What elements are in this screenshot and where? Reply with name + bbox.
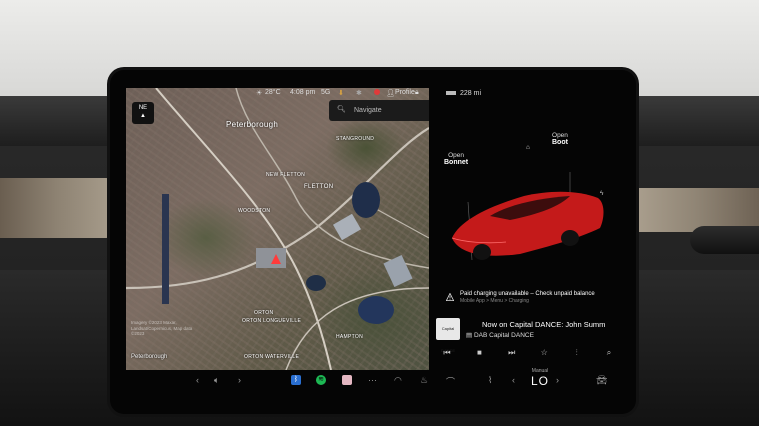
- vehicle-panel: 228 mi Open Bonnet Open Boot ⌂ ϟ Paid ch…: [430, 86, 620, 372]
- map-view[interactable]: NE ▲ Peterborough STANGROUND NEW FLETTON …: [126, 88, 429, 370]
- battery-icon: [446, 91, 456, 96]
- bluetooth-app-icon[interactable]: ᛒ: [291, 375, 301, 385]
- lock-icon[interactable]: 🔒︎: [415, 89, 419, 97]
- seat-heat-icon[interactable]: ♨: [420, 375, 428, 386]
- place-label: ORTON WATERVILLE: [244, 354, 300, 360]
- climate-setting: LO: [530, 374, 549, 388]
- spotify-app-icon[interactable]: ≋: [316, 375, 326, 385]
- record-icon[interactable]: [374, 89, 380, 97]
- defrost-icon[interactable]: ⌒: [446, 375, 455, 388]
- station-name: DAB Capital DANCE: [473, 332, 534, 339]
- search-icon: 🔍︎: [337, 106, 346, 113]
- next-icon[interactable]: ⏭︎: [503, 348, 521, 358]
- touchscreen: NE ▲ Peterborough STANGROUND NEW FLETTON …: [110, 70, 636, 414]
- open-boot-button[interactable]: Open Boot: [552, 132, 568, 146]
- lake: [306, 275, 326, 291]
- bluetooth-icon[interactable]: ✱: [356, 89, 362, 97]
- map-credits: Imagery ©2023 Maxar, Landsat/Copernicus,…: [131, 320, 193, 336]
- album-art: Capital DANCE: [436, 318, 460, 353]
- navigate-search[interactable]: 🔍︎ Navigate: [329, 100, 429, 121]
- steering-heat-icon[interactable]: ◠: [394, 375, 402, 386]
- app-dock: ‹ 🔈︎ › ᛒ ≋ ··· ◠ ♨ ⌒ ⌇ ‹ Manual LO › 🚘︎: [110, 366, 636, 396]
- warning-icon: [446, 293, 454, 301]
- map-footer-city: Peterborough: [131, 354, 168, 360]
- alert-title: Paid charging unavailable – Check unpaid…: [460, 291, 595, 297]
- charging-alert[interactable]: Paid charging unavailable – Check unpaid…: [446, 291, 595, 304]
- compass-button[interactable]: NE ▲: [132, 102, 154, 124]
- more-apps-icon[interactable]: ···: [368, 375, 377, 385]
- favorite-icon[interactable]: ☆: [535, 348, 553, 358]
- equalizer-icon[interactable]: ⫶: [568, 348, 586, 358]
- boot-label: Boot: [552, 139, 568, 146]
- temp-down-icon[interactable]: ‹: [512, 375, 515, 385]
- profile-label[interactable]: Profile: [395, 89, 415, 96]
- temperature: 28°C: [265, 89, 281, 96]
- stop-icon[interactable]: ■: [470, 348, 488, 358]
- navigate-placeholder: Navigate: [354, 107, 382, 114]
- lake: [352, 182, 380, 218]
- search-icon[interactable]: ⌕: [600, 348, 618, 358]
- chevron-left-icon[interactable]: ‹: [196, 375, 199, 385]
- now-playing: Now on Capital DANCE: John Summ: [482, 320, 606, 329]
- place-label: NEW FLETTON: [266, 172, 306, 178]
- place-label: ORTON: [254, 310, 274, 316]
- city-label: Peterborough: [226, 120, 279, 129]
- toybox-app-icon[interactable]: [342, 375, 352, 385]
- alert-path: Mobile App > Menu > Charging: [460, 298, 529, 304]
- radio-station: ▤ DAB Capital DANCE: [466, 331, 534, 339]
- media-player[interactable]: Capital DANCE Now on Capital DANCE: John…: [436, 316, 620, 353]
- network-indicator: 5G: [321, 89, 331, 96]
- steering-stalk: [690, 226, 759, 254]
- range-value: 228 mi: [460, 90, 482, 97]
- trunk-icon: ⌂: [526, 144, 530, 151]
- water-channel: [162, 194, 169, 304]
- boot-action: Open: [552, 132, 568, 139]
- download-icon[interactable]: ⬇: [338, 89, 344, 97]
- sun-icon: ☀: [256, 90, 263, 97]
- place-label: FLETTON: [304, 184, 334, 190]
- place-label: ORTON LONGUEVILLE: [242, 318, 302, 324]
- battery-range: 228 mi: [446, 90, 481, 97]
- volume-icon[interactable]: 🔈︎: [214, 375, 219, 386]
- place-label: HAMPTON: [336, 334, 364, 340]
- media-controls: ⏮︎ ■ ⏭︎ ☆ ⫶ ⌕: [438, 348, 618, 358]
- prev-icon[interactable]: ⏮︎: [438, 348, 456, 358]
- car-icon[interactable]: 🚘︎: [596, 375, 607, 386]
- place-label: WOODSTON: [238, 208, 271, 214]
- bonnet-action: Open: [448, 152, 464, 159]
- rear-seat-heat-icon[interactable]: ⌇: [488, 375, 492, 386]
- dab-icon: ▤: [466, 332, 474, 339]
- lake: [358, 296, 394, 324]
- wood-trim-left: [0, 178, 112, 238]
- person-icon: 👤︎: [386, 90, 395, 97]
- place-label: STANGROUND: [336, 136, 375, 142]
- car-model[interactable]: [430, 162, 620, 282]
- chevron-right-icon[interactable]: ›: [238, 375, 241, 385]
- clock: 4:08 pm: [290, 89, 316, 96]
- temp-up-icon[interactable]: ›: [556, 375, 559, 385]
- climate-control[interactable]: Manual LO: [528, 368, 552, 388]
- compass-heading: NE: [138, 105, 148, 111]
